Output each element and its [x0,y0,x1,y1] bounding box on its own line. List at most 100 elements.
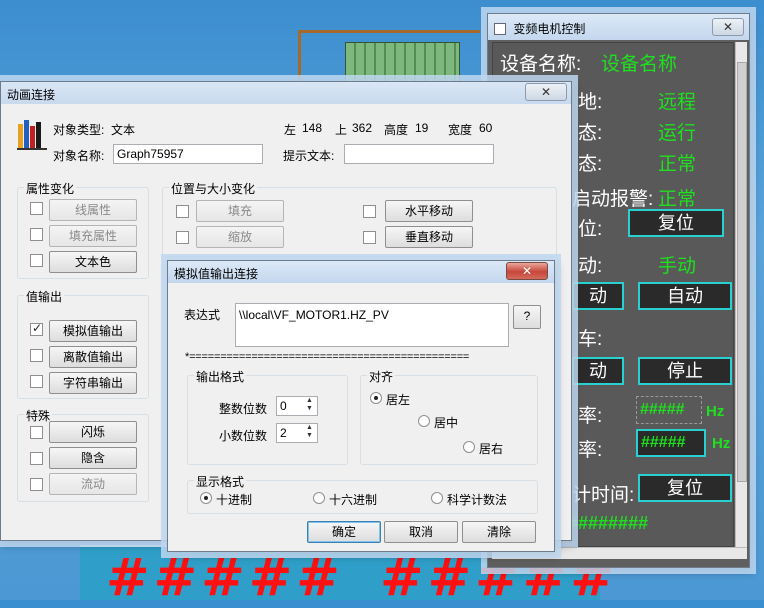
flow-checkbox[interactable] [30,478,43,491]
hide-checkbox[interactable] [30,452,43,465]
start-alarm-value: 正常 [658,189,697,210]
reset-button[interactable]: 复位 [628,209,724,237]
flash-checkbox[interactable] [30,426,43,439]
text-color-button[interactable]: 文本色 [49,251,137,273]
left-value: 148 [302,121,323,135]
close-icon[interactable]: ✕ [712,18,744,36]
scale-button[interactable]: 缩放 [196,226,284,248]
object-name-label: 对象名称: [53,149,105,163]
start-stop-label: 车: [578,329,603,350]
decimal-format-label: 十进制 [216,493,253,507]
scientific-format-label: 科学计数法 [447,493,508,507]
fault-state-value: 正常 [658,154,697,175]
start-button[interactable]: 动 [572,357,624,385]
hide-button[interactable]: 隐含 [49,447,137,469]
line-attr-button[interactable]: 线属性 [49,199,137,221]
runtime-reset-button[interactable]: 复位 [638,474,732,502]
object-type-value: 文本 [111,123,136,137]
clear-button[interactable]: 清除 [462,521,536,543]
hash-display: ##### [106,548,344,608]
hint-text-input[interactable] [344,144,494,164]
vertical-move-button[interactable]: 垂直移动 [385,226,473,248]
line-attr-checkbox[interactable] [30,202,43,215]
scrollbar-thumb[interactable] [737,62,747,482]
ok-button[interactable]: 确定 [307,521,381,543]
stop-button[interactable]: 停止 [638,357,732,385]
group-title: 显示格式 [194,473,247,490]
fill-button[interactable]: 填充 [196,200,284,222]
height-label: 高度 [384,123,409,137]
auto-button[interactable]: 自动 [638,282,732,310]
text-color-checkbox[interactable] [30,254,43,267]
decimal-digits-spinner[interactable]: ▲ ▼ [302,424,317,442]
cancel-button[interactable]: 取消 [384,521,458,543]
object-name-input[interactable]: Graph75957 [113,144,263,164]
help-button[interactable]: ? [513,305,541,329]
separator-line: *=======================================… [185,351,470,363]
integer-digits-label: 整数位数 [219,402,268,416]
mode-value: 手动 [658,256,697,277]
align-right-radio[interactable] [463,441,475,453]
vertical-scrollbar[interactable] [735,42,747,547]
integer-digits-spinner[interactable]: ▲ ▼ [302,397,317,415]
height-value: 19 [415,121,429,135]
decimal-format-radio[interactable] [200,492,212,504]
manual-button[interactable]: 动 [572,282,624,310]
hmove-checkbox[interactable] [363,205,376,218]
scientific-format-radio[interactable] [431,492,443,504]
close-icon[interactable]: ✕ [506,262,548,280]
close-icon[interactable]: ✕ [525,83,567,101]
freq-set-label: 率: [578,406,603,427]
reset-row-label: 位: [578,219,603,240]
fill-attr-checkbox[interactable] [30,228,43,241]
start-alarm-label: 启动报警: [572,189,654,210]
location-label: 地: [578,92,603,113]
run-state-value: 运行 [658,123,697,144]
horizontal-move-button[interactable]: 水平移动 [385,200,473,222]
decimal-digits-label: 小数位数 [219,429,268,443]
string-output-button[interactable]: 字符串输出 [49,372,137,394]
group-title: 值输出 [24,288,65,305]
discrete-output-checkbox[interactable] [30,349,43,362]
analog-output-titlebar: 模拟值输出连接 [168,261,554,283]
freq-actual-value: ##### [641,434,686,451]
pipe-graphic [300,30,480,33]
discrete-output-button[interactable]: 离散值输出 [49,346,137,368]
group-title: 属性变化 [24,180,77,197]
expression-label: 表达式 [184,308,221,322]
books-icon [17,118,47,150]
freq-unit: Hz [706,403,725,420]
hex-format-radio[interactable] [313,492,325,504]
flow-button[interactable]: 流动 [49,473,137,495]
vmove-checkbox[interactable] [363,231,376,244]
motor-control-titlebar: 变频电机控制 [488,14,749,40]
scale-checkbox[interactable] [176,231,189,244]
analog-output-checkbox[interactable] [30,321,43,336]
align-center-label: 居中 [434,416,459,430]
top-value: 362 [352,121,373,135]
animation-link-titlebar: 动画连接 [1,82,571,104]
width-label: 宽度 [448,123,473,137]
freq-unit: Hz [712,435,731,452]
group-title: 特殊 [24,407,53,424]
window-icon [494,23,506,35]
fill-checkbox[interactable] [176,205,189,218]
expression-input[interactable]: \\local\VF_MOTOR1.HZ_PV [235,303,509,347]
fill-attr-button[interactable]: 填充属性 [49,225,137,247]
runtime-value: ######## [568,513,649,533]
left-label: 左 [284,123,297,137]
output-format-group: 输出格式 [187,368,348,465]
flash-button[interactable]: 闪烁 [49,421,137,443]
align-left-radio[interactable] [370,392,382,404]
freq-actual-label: 率: [578,440,603,461]
string-output-checkbox[interactable] [30,375,43,388]
analog-output-button[interactable]: 模拟值输出 [49,320,137,342]
device-name-label: 设备名称: [500,54,582,75]
align-center-radio[interactable] [418,415,430,427]
location-value: 远程 [658,92,697,113]
align-right-label: 居右 [479,442,504,456]
object-type-label: 对象类型: [53,123,105,137]
animation-link-title: 动画连接 [7,88,56,102]
freq-set-value: ##### [640,401,685,418]
runtime-label: 计时间: [572,485,635,506]
